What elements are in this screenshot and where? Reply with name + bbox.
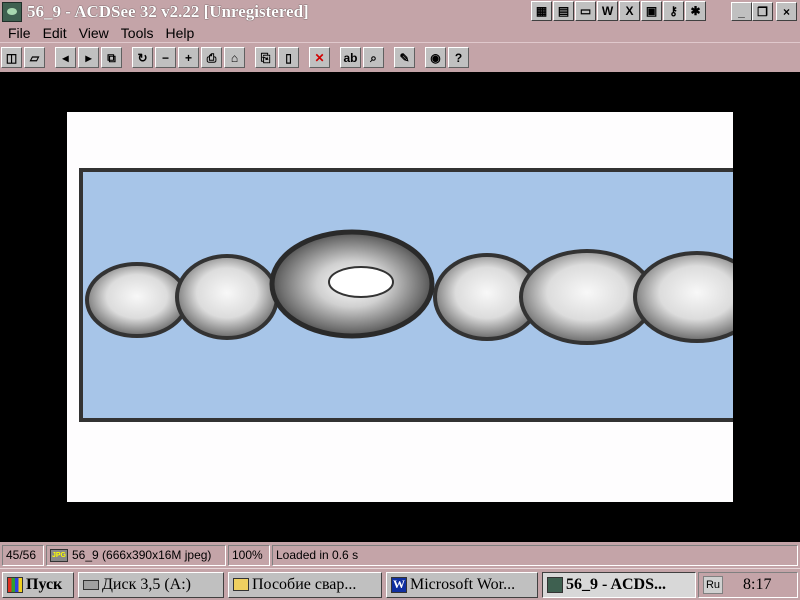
print-icon[interactable]: ⎙ [201, 47, 222, 68]
wallpaper-icon[interactable]: ⌂ [224, 47, 245, 68]
delete-icon[interactable]: ✕ [309, 47, 330, 68]
rotate-icon[interactable]: ↻ [132, 47, 153, 68]
copy-icon[interactable]: ⎘ [255, 47, 276, 68]
acdsee-icon [547, 576, 563, 593]
weld-bead [175, 254, 279, 340]
close-button[interactable]: × [776, 2, 797, 21]
open-folder-icon[interactable]: ▱ [24, 47, 45, 68]
key-icon[interactable]: ⚷ [663, 1, 684, 21]
help-icon[interactable]: ? [448, 47, 469, 68]
task-acdsee[interactable]: 56_9 - ACDS... [542, 571, 696, 598]
windows-logo-icon [7, 576, 23, 593]
view-icon[interactable]: ◉ [425, 47, 446, 68]
task-disk-a[interactable]: Диск 3,5 (A:) [78, 571, 224, 598]
next-icon[interactable]: ▸ [78, 47, 99, 68]
fullscreen-icon[interactable]: ⧉ [101, 47, 122, 68]
floppy-drive-icon [83, 579, 99, 590]
word-icon[interactable]: W [597, 1, 618, 21]
title-bar: 56_9 - ACDSee 32 v2.22 [Unregistered] ▦ ▤… [0, 0, 800, 23]
menu-help[interactable]: Help [159, 25, 200, 41]
excel-icon[interactable]: X [619, 1, 640, 21]
window-controls: _ ❐ × [731, 2, 797, 21]
paste-icon[interactable]: ▯ [278, 47, 299, 68]
system-tray: Ru 8:17 [698, 572, 798, 598]
language-indicator[interactable]: Ru [703, 576, 723, 594]
image-counter: 45/56 [2, 544, 44, 566]
load-time: Loaded in 0.6 s [272, 544, 798, 566]
menu-file[interactable]: File [2, 25, 37, 41]
multicolor-grid-icon[interactable]: ▦ [531, 1, 552, 21]
minimize-button[interactable]: _ [731, 2, 752, 21]
zoom-in-icon[interactable]: + [178, 47, 199, 68]
file-info: JPG 56_9 (666x390x16M jpeg) [46, 544, 226, 566]
find-icon[interactable]: ⌕ [363, 47, 384, 68]
task-label: 56_9 - ACDS... [566, 575, 667, 593]
weld-pore-hole [328, 266, 394, 298]
task-label: Диск 3,5 (A:) [102, 575, 192, 593]
task-posobie-folder[interactable]: Пособие свар... [228, 571, 382, 598]
window-title: 56_9 - ACDSee 32 v2.22 [Unregistered] [27, 1, 309, 21]
menu-bar: File Edit View Tools Help [0, 23, 800, 42]
task-label: Microsoft Wor... [410, 575, 516, 593]
task-microsoft-word[interactable]: W Microsoft Wor... [386, 571, 538, 598]
weld-bead [633, 251, 733, 343]
zoom-level: 100% [228, 544, 270, 566]
file-info-text: 56_9 (666x390x16M jpeg) [72, 548, 212, 562]
word-icon: W [391, 576, 407, 593]
browse-icon[interactable]: ◫ [1, 47, 22, 68]
clock[interactable]: 8:17 [743, 576, 771, 594]
folder-icon [233, 578, 249, 591]
start-button[interactable]: Пуск [2, 571, 74, 598]
zoom-out-icon[interactable]: − [155, 47, 176, 68]
notepad-icon[interactable]: ▤ [553, 1, 574, 21]
start-label: Пуск [26, 575, 63, 593]
folder-icon[interactable]: ▭ [575, 1, 596, 21]
menu-tools[interactable]: Tools [115, 25, 160, 41]
rename-icon[interactable]: ab [340, 47, 361, 68]
menu-view[interactable]: View [73, 25, 115, 41]
apps-icon[interactable]: ✱ [685, 1, 706, 21]
restore-button[interactable]: ❐ [752, 2, 773, 21]
weld-bead-drawing [79, 168, 733, 422]
taskbar: Пуск Диск 3,5 (A:) Пособие свар... W Mic… [0, 568, 800, 600]
menu-edit[interactable]: Edit [37, 25, 73, 41]
toolbar: ◫ ▱ ◂ ▸ ⧉ ↻ − + ⎙ ⌂ ⎘ ▯ ✕ ab ⌕ ✎ ◉? [0, 42, 800, 72]
image-viewer[interactable] [0, 72, 800, 542]
display-icon[interactable]: ▣ [641, 1, 662, 21]
weld-bead [85, 262, 189, 338]
task-label: Пособие свар... [252, 575, 357, 593]
status-bar: 45/56 JPG 56_9 (666x390x16M jpeg) 100% L… [0, 542, 800, 568]
quick-launch-toolbar: ▦ ▤ ▭ W X ▣ ⚷ ✱ [531, 1, 706, 21]
previous-icon[interactable]: ◂ [55, 47, 76, 68]
tools-icon[interactable]: ✎ [394, 47, 415, 68]
jpeg-file-icon: JPG [50, 548, 68, 562]
acdsee-app-icon[interactable] [2, 1, 22, 22]
weld-bead-image [67, 112, 733, 502]
